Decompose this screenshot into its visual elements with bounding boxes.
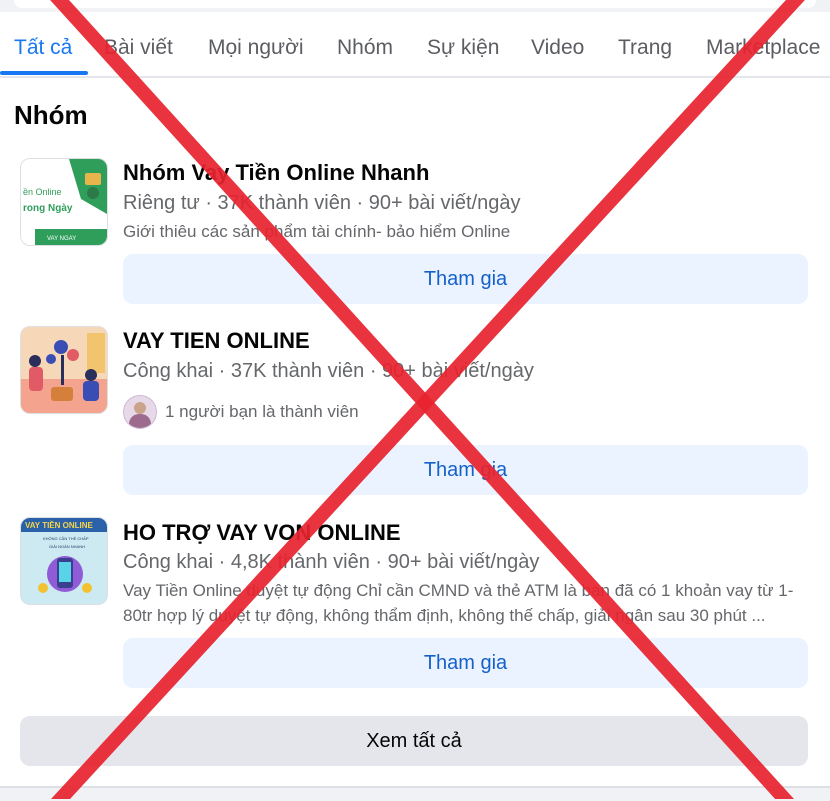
active-tab-indicator xyxy=(0,71,88,75)
tab-video[interactable]: Video xyxy=(531,36,584,60)
group-meta: Công khai · 37K thành viên · 90+ bài viế… xyxy=(123,360,534,382)
section-title: Nhóm xyxy=(14,100,88,130)
group-name[interactable]: VAY TIEN ONLINE xyxy=(123,328,310,354)
join-button[interactable]: Tham gia xyxy=(123,638,808,688)
tab-marketplace[interactable]: Marketplace xyxy=(706,36,820,60)
see-all-button[interactable]: Xem tất cả xyxy=(20,716,808,766)
group-thumbnail[interactable] xyxy=(20,326,108,414)
tab-people[interactable]: Mọi người xyxy=(208,36,304,60)
group-thumbnail-art xyxy=(21,327,107,413)
svg-text:KHÔNG CẦN THẾ CHẤP: KHÔNG CẦN THẾ CHẤP xyxy=(43,536,89,541)
svg-text:VAY NGAY: VAY NGAY xyxy=(47,236,76,242)
top-card-edge xyxy=(0,0,830,12)
group-meta: Riêng tư · 37K thành viên · 90+ bài viết… xyxy=(123,192,521,214)
group-thumbnail[interactable]: ền Online rong Ngày VAY NGAY xyxy=(20,158,108,246)
svg-text:rong Ngày: rong Ngày xyxy=(23,203,73,214)
mutual-friends: 1 người bạn là thành viên xyxy=(123,395,359,429)
group-description: Giới thiêu các sản phẩm tài chính- bảo h… xyxy=(123,222,511,241)
tab-all[interactable]: Tất cả xyxy=(14,36,72,60)
search-filter-tabs: Tất cả Bài viết Mọi người Nhóm Sự kiện V… xyxy=(0,20,830,78)
group-thumbnail-art: ền Online rong Ngày VAY NGAY xyxy=(21,159,107,245)
group-thumbnail[interactable]: VAY TIỀN ONLINE KHÔNG CẦN THẾ CHẤP GIẢI … xyxy=(20,517,108,605)
svg-text:ền Online: ền Online xyxy=(23,187,62,197)
group-description: Vay Tiền Online duyệt tự động Chỉ cần CM… xyxy=(123,581,794,625)
mutual-friends-text: 1 người bạn là thành viên xyxy=(165,402,359,421)
tab-pages[interactable]: Trang xyxy=(618,36,672,60)
join-button[interactable]: Tham gia xyxy=(123,445,808,495)
svg-text:GIẢI NGÂN NHANH: GIẢI NGÂN NHANH xyxy=(49,544,85,549)
group-thumbnail-art: VAY TIỀN ONLINE KHÔNG CẦN THẾ CHẤP GIẢI … xyxy=(21,518,107,604)
svg-text:VAY TIỀN ONLINE: VAY TIỀN ONLINE xyxy=(25,520,94,530)
join-button[interactable]: Tham gia xyxy=(123,254,808,304)
tab-groups[interactable]: Nhóm xyxy=(337,36,393,60)
group-meta: Công khai · 4,8K thành viên · 90+ bài vi… xyxy=(123,551,540,573)
friend-avatar xyxy=(123,395,157,429)
tab-posts[interactable]: Bài viết xyxy=(104,36,173,60)
group-name[interactable]: Nhóm Vay Tiền Online Nhanh xyxy=(123,160,429,186)
tab-events[interactable]: Sự kiện xyxy=(427,36,499,60)
group-name[interactable]: HO TRỢ VAY VON ONLINE xyxy=(123,520,401,546)
